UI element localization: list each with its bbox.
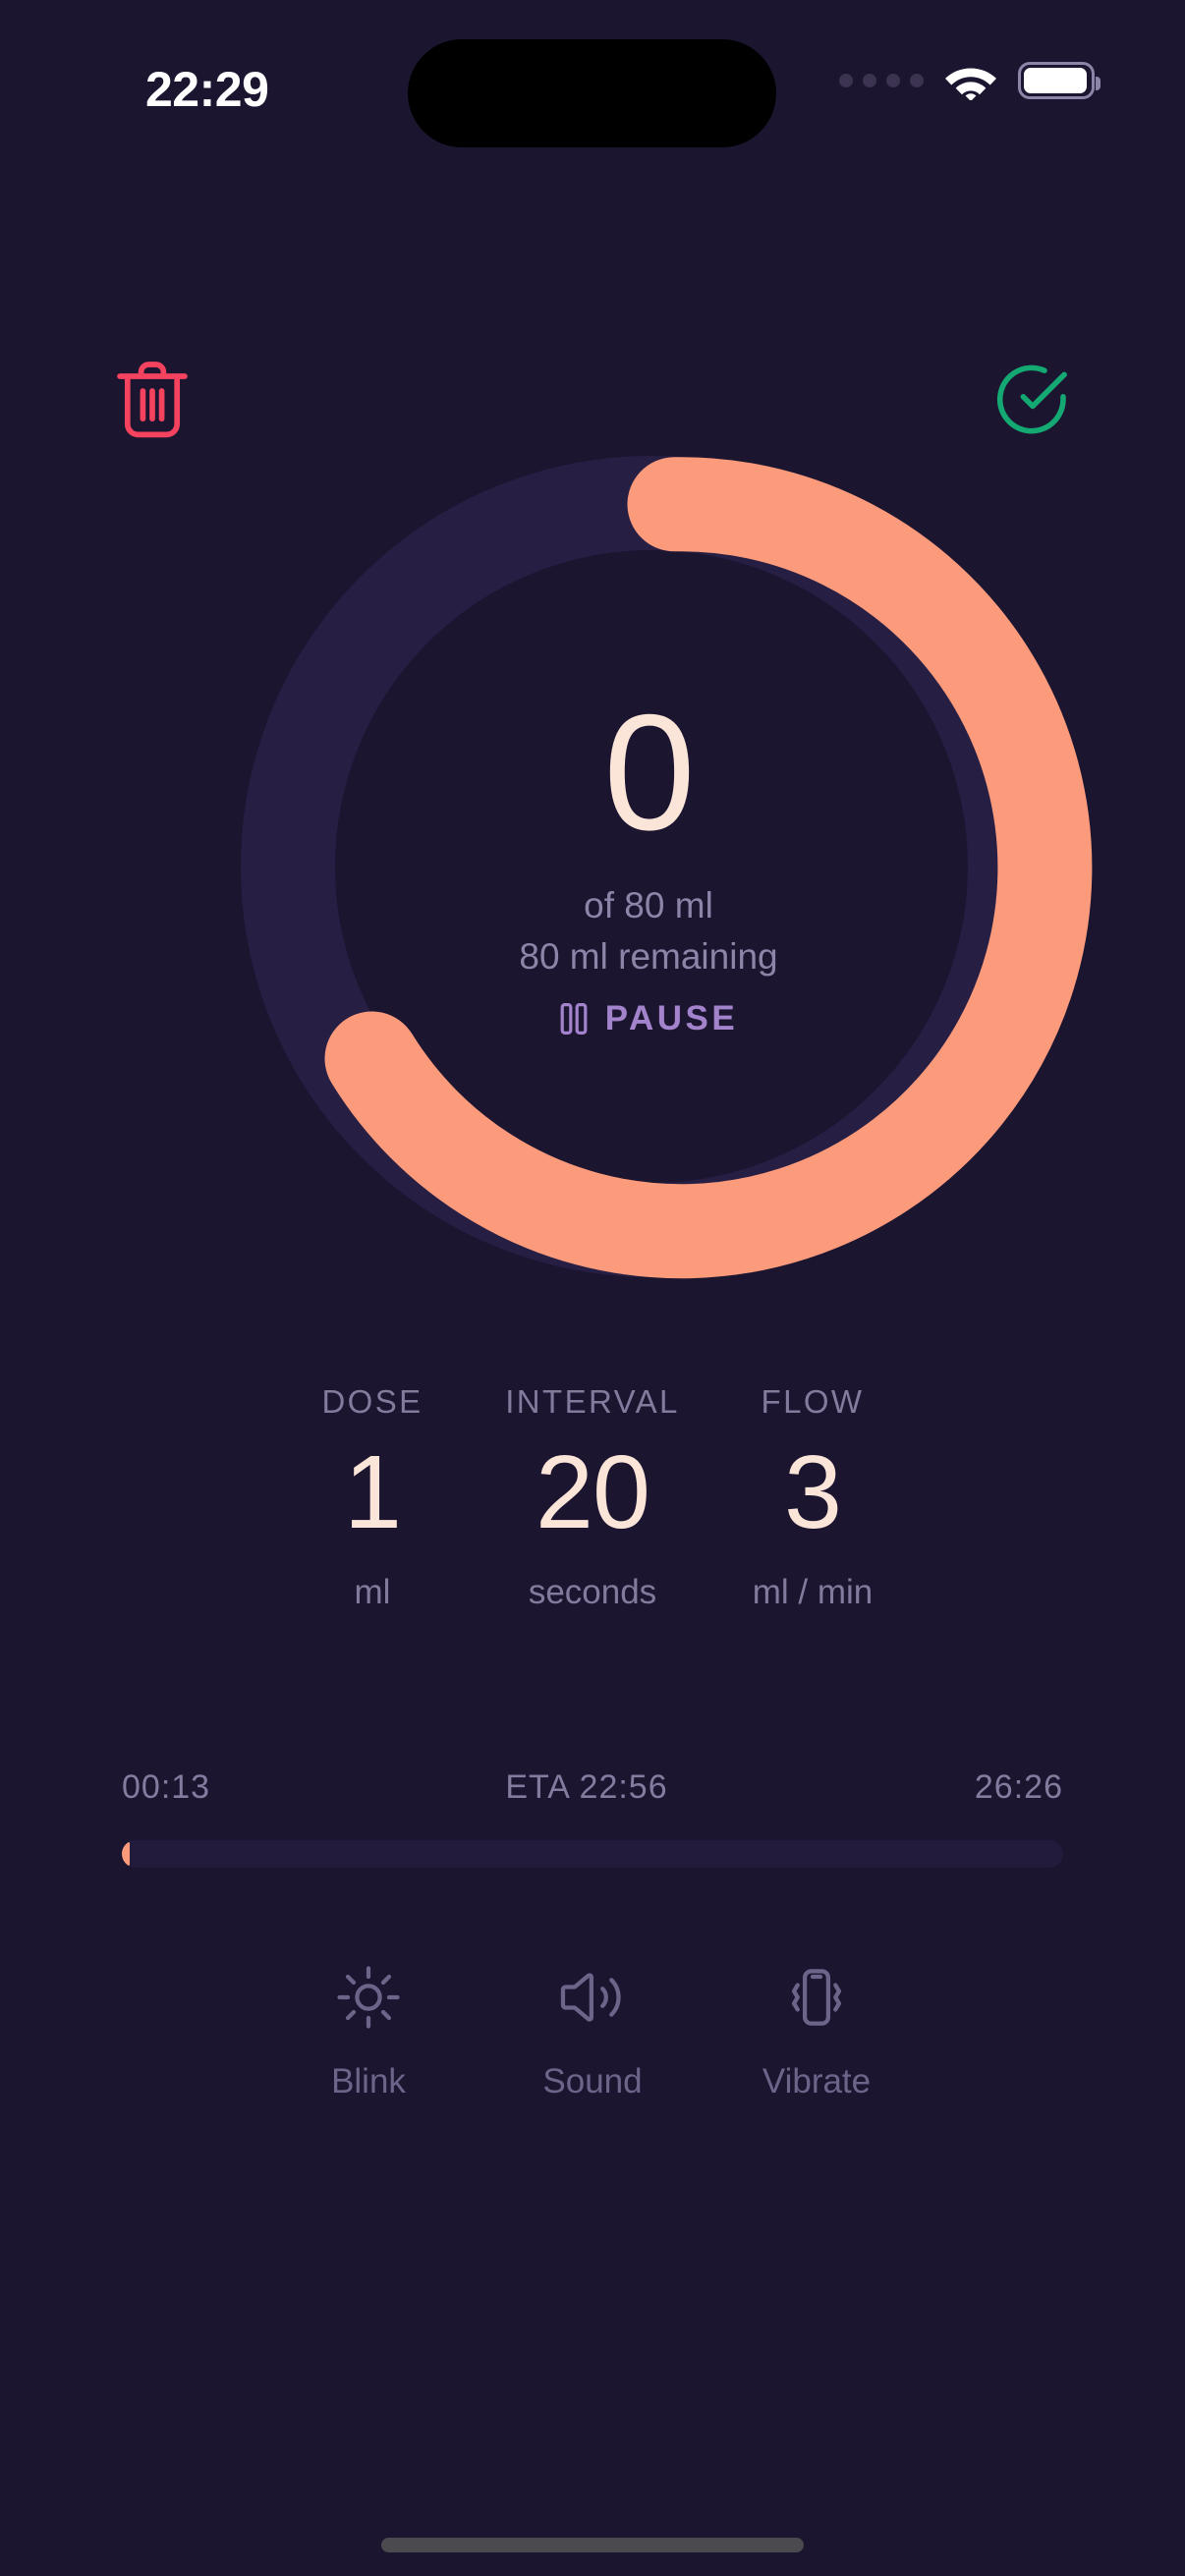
pause-button[interactable]: PAUSE xyxy=(519,999,777,1038)
stat-value: 3 xyxy=(784,1434,842,1550)
dial-readout: 0 of 80 ml 80 ml remaining PAUSE xyxy=(177,454,1126,1279)
stat-label: FLOW xyxy=(761,1383,865,1420)
pause-label: PAUSE xyxy=(604,998,739,1037)
phone-vibrate-icon xyxy=(783,1960,850,2035)
home-indicator[interactable] xyxy=(381,2538,804,2552)
eta-label: ETA 22:56 xyxy=(505,1768,668,1806)
timeline-progress-bar[interactable] xyxy=(122,1840,1063,1868)
remaining-volume-label: 80 ml remaining xyxy=(519,935,778,977)
wifi-icon xyxy=(945,68,996,100)
toggle-label: Blink xyxy=(331,2062,406,2100)
toggle-vibrate[interactable]: Vibrate xyxy=(744,1960,889,2101)
toggle-blink[interactable]: Blink xyxy=(296,1960,441,2101)
dynamic-island xyxy=(408,39,776,147)
confirm-button[interactable] xyxy=(979,346,1087,454)
stat-unit: seconds xyxy=(528,1573,657,1612)
sun-blink-icon xyxy=(335,1960,402,2035)
delivered-value: 0 xyxy=(603,680,695,866)
stat-dose[interactable]: DOSE 1 ml xyxy=(262,1383,482,1612)
toggle-label: Vibrate xyxy=(762,2062,872,2100)
stat-flow[interactable]: FLOW 3 ml / min xyxy=(703,1383,923,1612)
toggle-sound[interactable]: Sound xyxy=(520,1960,665,2101)
timeline: 00:13 ETA 22:56 26:26 xyxy=(122,1768,1063,1868)
stat-value: 20 xyxy=(536,1434,650,1550)
stat-value: 1 xyxy=(344,1434,402,1550)
stat-label: INTERVAL xyxy=(505,1383,680,1420)
battery-full-icon xyxy=(1018,62,1100,99)
stat-unit: ml / min xyxy=(752,1573,874,1612)
cellular-dots-icon xyxy=(839,74,924,87)
alert-toggles: Blink Sound Vibrate xyxy=(0,1960,1185,2101)
total-time: 26:26 xyxy=(974,1768,1063,1806)
app-screen: 22:29 0 of 80 ml 80 ml remaining PAUSE D… xyxy=(0,0,1185,2576)
stat-label: DOSE xyxy=(321,1383,423,1420)
status-bar: 22:29 xyxy=(0,0,1185,157)
stat-interval[interactable]: INTERVAL 20 seconds xyxy=(482,1383,703,1612)
status-time: 22:29 xyxy=(145,62,269,117)
timeline-progress-fill xyxy=(122,1840,130,1868)
stat-unit: ml xyxy=(354,1573,391,1612)
trash-icon xyxy=(117,362,188,438)
timeline-labels: 00:13 ETA 22:56 26:26 xyxy=(122,1768,1063,1807)
elapsed-time: 00:13 xyxy=(122,1768,211,1806)
total-volume-label: of 80 ml xyxy=(584,884,713,925)
infusion-dial: 0 of 80 ml 80 ml remaining PAUSE xyxy=(177,454,1126,1279)
pause-icon xyxy=(560,1002,588,1035)
speaker-sound-icon xyxy=(559,1960,626,2035)
delete-button[interactable] xyxy=(98,346,206,454)
status-indicators xyxy=(839,61,1100,100)
check-circle-icon xyxy=(996,364,1067,434)
toggle-label: Sound xyxy=(542,2062,643,2100)
stats-row: DOSE 1 ml INTERVAL 20 seconds FLOW 3 ml … xyxy=(0,1383,1185,1612)
